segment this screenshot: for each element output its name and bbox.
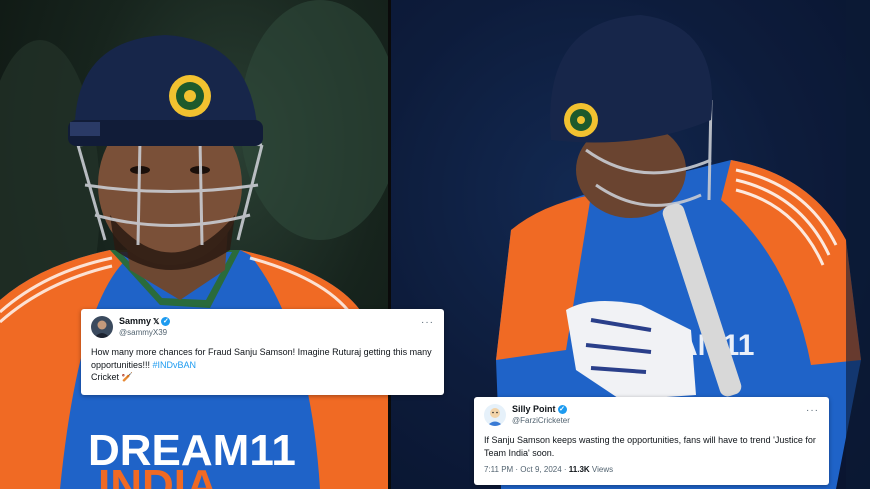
tweet-author-handle[interactable]: @sammyX39	[119, 327, 170, 338]
tweet-text: If Sanju Samson keeps wasting the opport…	[484, 435, 816, 458]
tweet-header: Silly Point ✓ @FarziCricketer	[484, 404, 819, 426]
tweet-card-silly-point[interactable]: Silly Point ✓ @FarziCricketer ··· If Sanj…	[474, 397, 829, 485]
avatar[interactable]	[484, 404, 506, 426]
left-jersey-text-2: INDIA	[98, 461, 218, 489]
tweet-author-name[interactable]: Silly Point ✓	[512, 404, 570, 415]
tweet-card-sammy[interactable]: Sammy 𝕏 ✓ @sammyX39 ··· How many more cha…	[81, 309, 444, 395]
view-count-label: Views	[589, 465, 614, 474]
verified-icon: ✓	[557, 405, 567, 414]
tweet-text: How many more chances for Fraud Sanju Sa…	[91, 347, 432, 382]
tweet-author-handle[interactable]: @FarziCricketer	[512, 415, 570, 426]
tweet-meta: 7:11 PM · Oct 9, 2024 · 11.3K Views	[484, 465, 819, 474]
left-photo-panel: DREAM11 INDIA	[0, 0, 388, 489]
left-player-illustration: DREAM11 INDIA	[0, 0, 388, 489]
x-logo-icon: 𝕏	[153, 317, 160, 326]
photo-collage: DREAM11 INDIA EAM11 Sammy 𝕏 ✓ @sammyX39 …	[0, 0, 870, 489]
avatar[interactable]	[91, 316, 113, 338]
tweet-author-name[interactable]: Sammy 𝕏 ✓	[119, 316, 171, 327]
view-count: 11.3K	[568, 465, 590, 474]
more-options-icon[interactable]: ···	[421, 317, 434, 328]
more-options-icon[interactable]: ···	[806, 405, 819, 416]
verified-icon: ✓	[161, 317, 171, 326]
tweet-timestamp[interactable]: 7:11 PM · Oct 9, 2024 ·	[484, 465, 569, 474]
hashtag-link[interactable]: #INDvBAN	[153, 360, 197, 370]
tweet-header: Sammy 𝕏 ✓ @sammyX39	[91, 316, 434, 338]
